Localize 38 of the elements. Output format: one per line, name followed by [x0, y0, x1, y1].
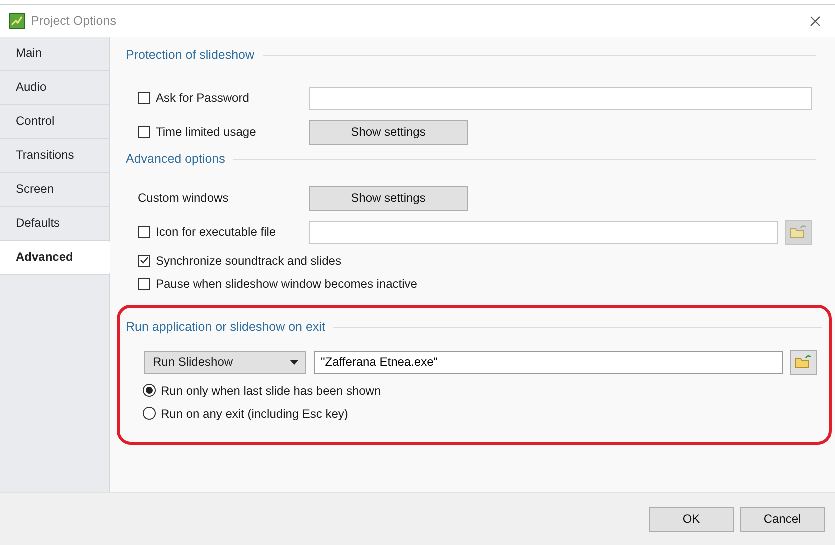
checkbox[interactable] — [138, 254, 150, 266]
action-dropdown[interactable]: Run Slideshow — [144, 350, 306, 374]
checkbox-label: Icon for executable file — [156, 225, 276, 239]
checkbox-label: Synchronize soundtrack and slides — [156, 254, 342, 268]
section-title: Advanced options — [126, 152, 226, 166]
sidebar-tab[interactable]: Advanced — [0, 241, 110, 275]
checkbox[interactable] — [138, 92, 150, 104]
folder-icon — [790, 224, 808, 240]
close-icon[interactable] — [810, 16, 821, 26]
folder-icon — [794, 354, 812, 370]
checkbox-label: Time limited usage — [156, 125, 256, 139]
radio-button[interactable] — [143, 407, 156, 420]
radio-label: Run on any exit (including Esc key) — [161, 406, 348, 420]
radio-button[interactable] — [143, 384, 156, 397]
checkbox-label: Ask for Password — [156, 91, 250, 105]
checkbox[interactable] — [138, 278, 150, 290]
file-path-field[interactable]: "Zafferana Etnea.exe" — [314, 350, 783, 374]
sidebar-tab[interactable]: Main — [0, 37, 109, 71]
radio-label: Run only when last slide has been shown — [161, 384, 382, 398]
sidebar-tab[interactable]: Transitions — [0, 139, 109, 173]
show-settings-button[interactable]: Show settings — [309, 186, 468, 210]
show-settings-button[interactable]: Show settings — [309, 120, 468, 144]
dialog-button[interactable]: OK — [649, 506, 734, 532]
section-title: Protection of slideshow — [126, 48, 255, 62]
window-title: Project Options — [31, 14, 116, 28]
sidebar-tab[interactable]: Audio — [0, 71, 109, 105]
caret-icon — [290, 360, 299, 364]
checkbox-label: Pause when slideshow window becomes inactive — [156, 276, 418, 290]
sidebar-tab[interactable]: Screen — [0, 173, 109, 207]
file-path-field[interactable] — [309, 220, 778, 244]
section-title: Run application or slideshow on exit — [126, 320, 326, 334]
checkbox[interactable] — [138, 126, 150, 138]
dialog-button[interactable]: Cancel — [740, 506, 825, 532]
checkbox[interactable] — [138, 226, 150, 238]
option-label: Custom windows — [138, 191, 229, 205]
sidebar-tab[interactable]: Control — [0, 105, 109, 139]
chart-icon — [9, 13, 25, 29]
text-field[interactable] — [309, 86, 812, 110]
